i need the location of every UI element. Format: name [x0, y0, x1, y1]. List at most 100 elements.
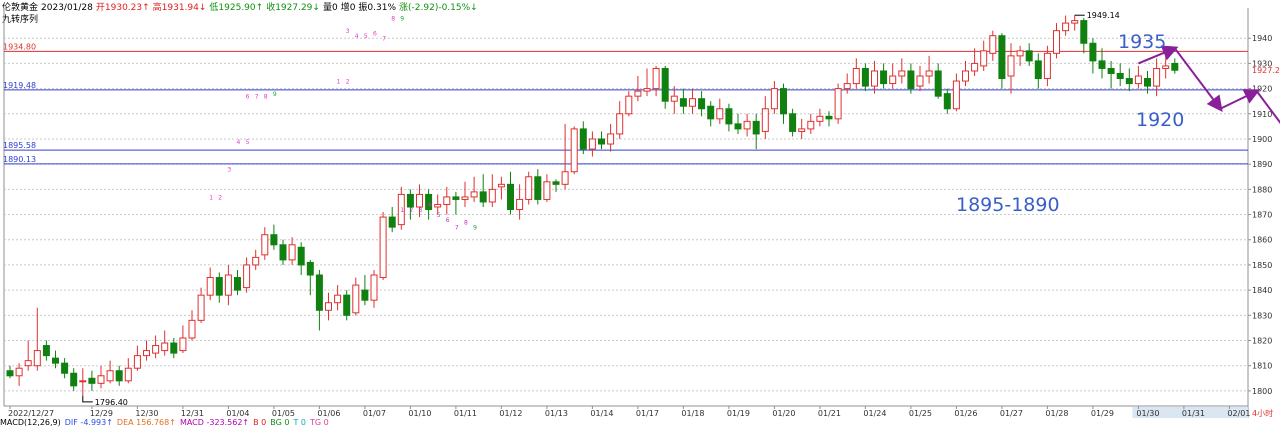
candle	[734, 113, 742, 134]
candle-body-up	[24, 360, 32, 367]
candle-body-down	[752, 120, 760, 135]
candle	[106, 360, 114, 384]
candle	[1098, 48, 1106, 79]
macd-value: MACD -323.562↑	[179, 418, 250, 427]
candle-body-up	[124, 367, 132, 382]
candle-body-down	[707, 105, 715, 120]
candle-body-down	[42, 345, 50, 357]
candle	[1162, 53, 1170, 79]
candle	[825, 111, 833, 127]
price-tick-label: 1880	[1252, 185, 1272, 194]
candle-body-up	[288, 244, 296, 261]
candle-body-down	[61, 362, 69, 374]
candle-body-up	[1162, 65, 1170, 69]
candle	[998, 33, 1006, 89]
candle	[161, 330, 169, 356]
candle	[234, 269, 241, 296]
candle	[461, 181, 469, 207]
candle-body-up	[161, 342, 169, 352]
date-tick-label: 01/06	[317, 409, 340, 418]
candle	[1007, 43, 1015, 94]
candle-body-up	[416, 193, 423, 208]
sequence-number: 2	[346, 79, 350, 86]
price-tick-label: 1800	[1252, 387, 1272, 396]
candle	[279, 239, 287, 265]
candle	[689, 88, 696, 114]
candle	[1089, 38, 1097, 74]
candle	[607, 123, 615, 152]
candle	[133, 345, 141, 371]
candle	[1116, 63, 1124, 87]
sequence-number: 7	[255, 94, 259, 101]
candle	[625, 91, 633, 117]
macd-title: MACD(12,26,9)	[0, 418, 61, 427]
candle-body-down	[6, 370, 14, 377]
date-tick-label: 01/14	[590, 409, 613, 418]
candlestick-chart[interactable]: 1800181018201830184018501860187018801890…	[0, 0, 1280, 427]
candle-body-up	[488, 188, 496, 203]
candle-body-down	[1089, 42, 1097, 62]
candle-body-down	[725, 108, 733, 125]
candle-body-up	[15, 367, 23, 377]
candle	[288, 237, 296, 265]
candle-body-up	[152, 345, 160, 354]
candle-body-up	[588, 138, 596, 150]
candle-body-up	[434, 203, 442, 208]
sequence-number: 2	[409, 207, 413, 214]
candle	[143, 340, 150, 361]
candle	[725, 103, 733, 132]
candle-body-down	[270, 234, 278, 246]
candle-body-down	[479, 191, 487, 203]
candle-body-down	[598, 138, 605, 145]
sequence-number: 8	[391, 16, 395, 23]
date-tick-label: 12/31	[181, 409, 204, 418]
candle	[24, 340, 32, 371]
candle-body-up	[607, 133, 615, 145]
candle-body-up	[761, 108, 769, 132]
sequence-number: 9	[473, 225, 477, 232]
candle-body-down	[907, 70, 915, 90]
candle	[834, 83, 842, 124]
macd-b: B 0	[253, 418, 267, 427]
macd-dea: DEA 156.768↑	[116, 418, 176, 427]
candle	[561, 123, 569, 190]
candle	[124, 358, 132, 384]
candle-body-up	[352, 284, 360, 314]
candle-body-up	[79, 380, 87, 383]
date-tick-label: 12/30	[135, 409, 158, 418]
low-marker-label: 1796.40	[95, 398, 128, 407]
candle-body-down	[388, 216, 396, 228]
date-tick-label: 02/01	[1227, 409, 1250, 418]
candle-body-up	[843, 83, 851, 90]
candle-body-down	[579, 128, 587, 150]
candle-body-up	[370, 274, 378, 301]
candle-body-up	[1043, 52, 1051, 80]
candle-body-up	[1062, 22, 1070, 32]
candle-body-up	[261, 234, 269, 256]
candle	[325, 292, 332, 321]
candle	[88, 370, 96, 391]
candle-body-up	[197, 294, 205, 321]
candle	[361, 275, 369, 306]
target-1920-label: 1920	[1136, 109, 1184, 131]
candle-body-down	[825, 115, 833, 120]
projection-arrow	[1174, 47, 1223, 112]
sequence-number: 4	[428, 202, 432, 209]
candle-body-down	[70, 372, 78, 387]
candle-body-up	[634, 90, 642, 97]
candle-body-up	[224, 274, 232, 296]
candle-body-up	[1007, 55, 1015, 77]
price-tick-label: 1910	[1252, 110, 1272, 119]
candle-body-up	[497, 183, 505, 188]
candle-body-down	[734, 123, 742, 130]
candle-body-down	[1034, 60, 1042, 80]
sequence-number: 1	[209, 194, 213, 201]
candle-body-down	[998, 35, 1006, 80]
candle-body-down	[534, 176, 542, 200]
level-label-support-3: 1890.13	[3, 155, 36, 164]
candle-body-up	[971, 62, 979, 72]
candle	[880, 63, 888, 89]
candle	[115, 365, 123, 386]
candle-body-up	[206, 277, 214, 296]
candle-body-up	[798, 128, 806, 132]
